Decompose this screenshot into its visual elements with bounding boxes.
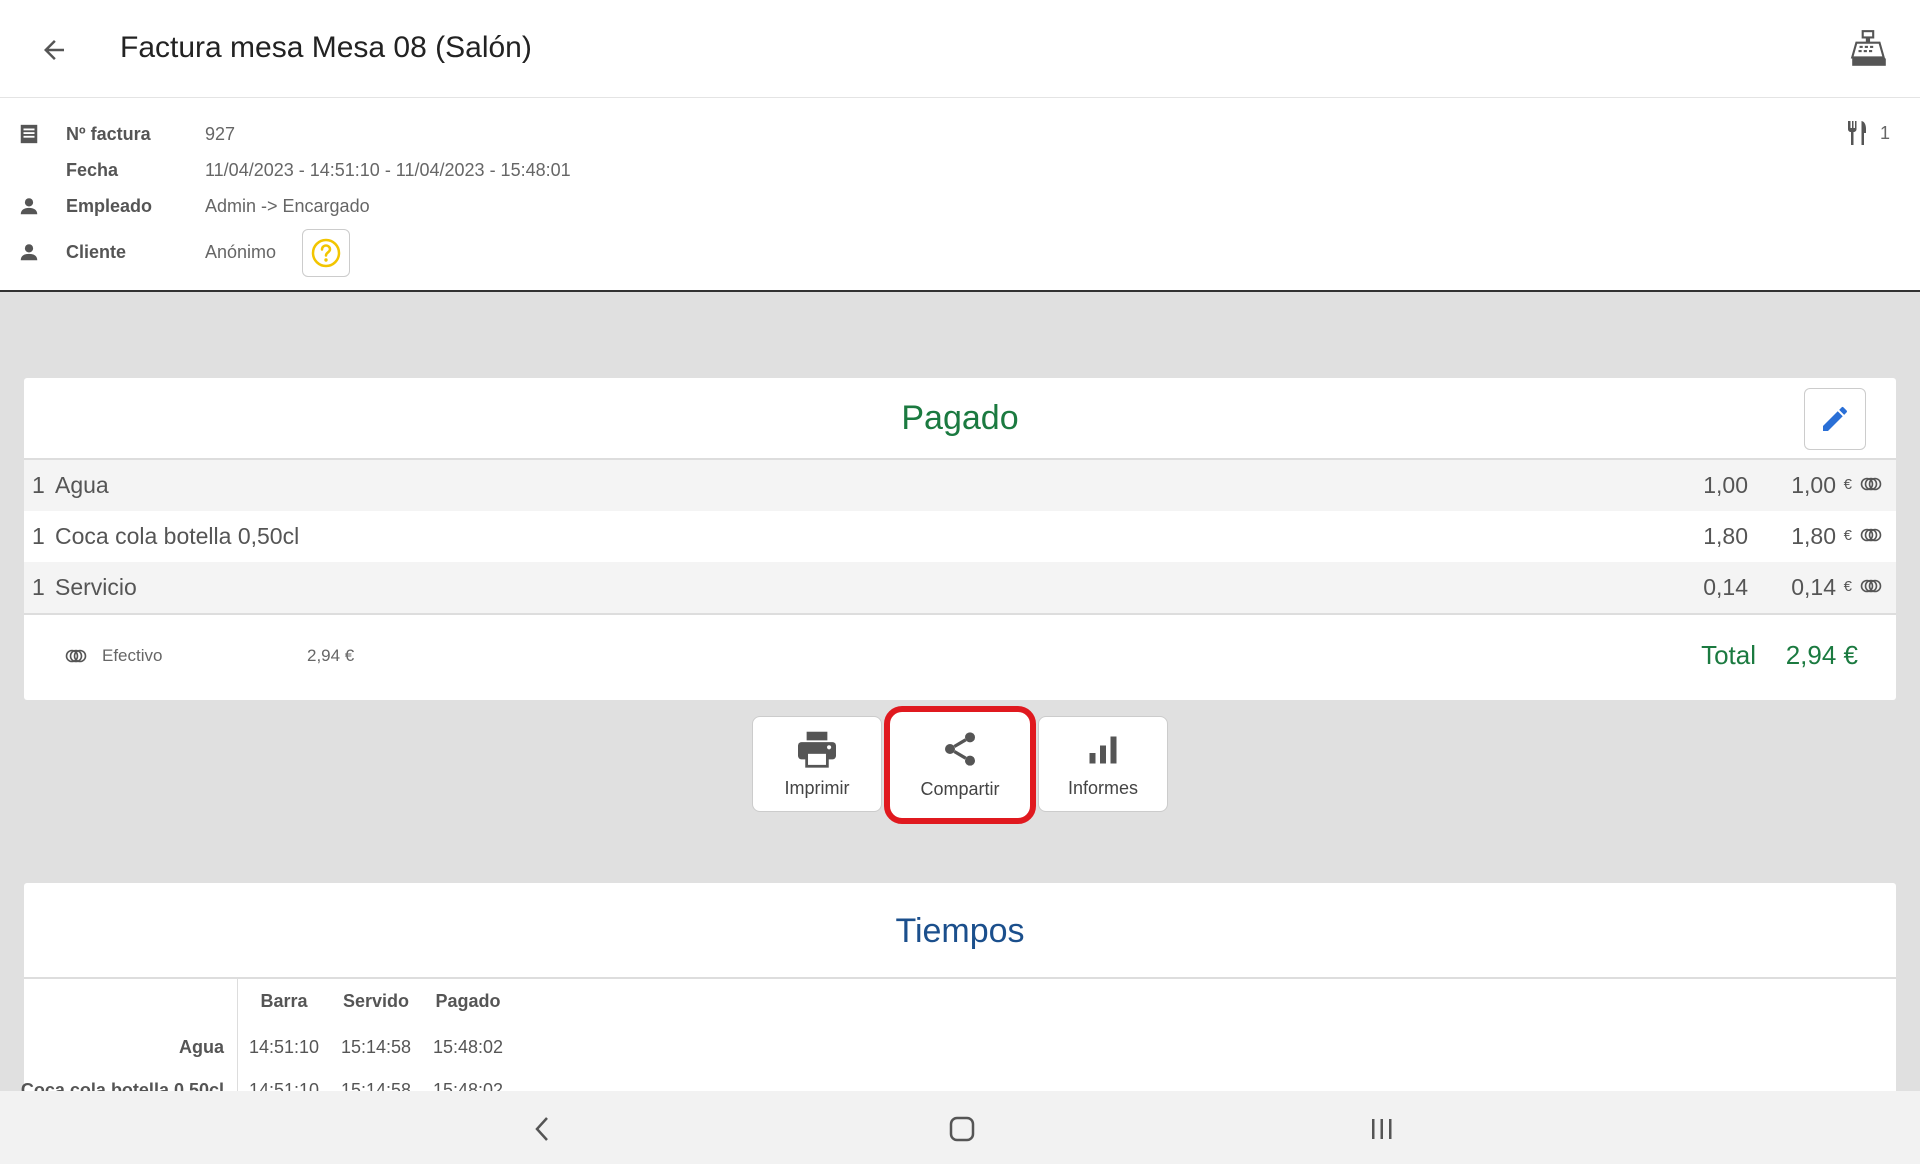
item-quantity: 1 xyxy=(32,574,45,600)
cash-register-icon xyxy=(1850,30,1886,66)
item-currency: € xyxy=(1843,578,1852,595)
arrow-left-icon xyxy=(44,40,64,60)
page-title: Factura mesa Mesa 08 (Salón) xyxy=(120,31,532,64)
item-quantity: 1 xyxy=(32,523,45,549)
cash-coins-icon xyxy=(65,649,87,663)
paid-item-row[interactable]: 1 Coca cola botella 0,50cl 1,80 1,80 € xyxy=(24,511,1896,562)
nav-home-button[interactable] xyxy=(942,1109,982,1149)
column-header: Pagado xyxy=(435,991,501,1011)
back-button[interactable] xyxy=(30,26,78,74)
covers-indicator: 1 xyxy=(1846,120,1890,146)
employee-label: Empleado xyxy=(66,195,153,216)
cash-coins-icon xyxy=(1860,477,1882,491)
client-help-button[interactable] xyxy=(302,229,350,277)
paid-card: Pagado 1 Agua 1,00 1,00 € 1 Coca cola bo… xyxy=(24,378,1896,700)
recents-icon xyxy=(1372,1119,1392,1139)
question-icon xyxy=(311,238,341,268)
payment-method: Efectivo 2,94 € xyxy=(64,646,354,666)
paid-item-row[interactable]: 1 Agua 1,00 1,00 € xyxy=(24,460,1896,511)
times-row-label: Agua xyxy=(179,1037,224,1057)
receipt-icon xyxy=(17,122,41,146)
paid-title: Pagado xyxy=(901,399,1019,437)
person-icon xyxy=(17,194,41,218)
total-value: 2,94 € xyxy=(1785,640,1858,670)
pencil-icon xyxy=(1823,406,1847,431)
reports-button[interactable]: Informes xyxy=(1038,716,1168,812)
item-total: 1,00 xyxy=(1791,472,1836,498)
item-name: Servicio xyxy=(55,574,137,600)
share-label: Compartir xyxy=(920,779,1000,799)
divider xyxy=(24,613,1896,615)
total-label: Total xyxy=(1701,640,1756,670)
payment-method-amount: 2,94 € xyxy=(307,646,355,665)
column-header: Servido xyxy=(342,991,410,1011)
times-title: Tiempos xyxy=(895,912,1025,950)
item-currency: € xyxy=(1843,527,1852,544)
item-name: Coca cola botella 0,50cl xyxy=(55,523,300,549)
printer-icon xyxy=(798,731,836,768)
divider xyxy=(24,977,1896,979)
covers-count: 1 xyxy=(1879,122,1890,143)
print-button[interactable]: Imprimir xyxy=(752,716,882,812)
client-value: Anónimo xyxy=(205,241,277,262)
invoice-info-panel: Nº factura 927 Fecha 11/04/2023 - 14:51:… xyxy=(0,98,1920,292)
nav-recents-button[interactable] xyxy=(1362,1109,1402,1149)
cash-register-button[interactable] xyxy=(1844,24,1894,74)
edit-button[interactable] xyxy=(1804,388,1866,450)
item-price: 1,80 xyxy=(1703,523,1748,549)
item-total: 0,14 xyxy=(1791,574,1836,600)
invoice-number-label: Nº factura xyxy=(66,123,151,144)
cutlery-icon xyxy=(1847,121,1866,145)
cash-coins-icon xyxy=(1860,579,1882,593)
item-price: 1,00 xyxy=(1703,472,1748,498)
client-label: Cliente xyxy=(66,241,127,262)
employee-value: Admin -> Encargado xyxy=(205,195,370,216)
share-button[interactable]: Compartir xyxy=(884,706,1036,824)
paid-item-row[interactable]: 1 Servicio 0,14 0,14 € xyxy=(24,562,1896,613)
reports-label: Informes xyxy=(1067,778,1139,798)
person-icon xyxy=(17,240,41,264)
invoice-date-label: Fecha xyxy=(66,159,119,180)
item-total: 1,80 xyxy=(1791,523,1836,549)
system-navigation-bar xyxy=(0,1091,1920,1164)
cash-coins-icon xyxy=(1860,528,1882,542)
times-cell: 15:14:58 xyxy=(340,1037,412,1057)
times-cell: 14:51:10 xyxy=(248,1037,320,1057)
print-label: Imprimir xyxy=(784,778,850,798)
column-header: Barra xyxy=(260,991,308,1011)
item-price: 0,14 xyxy=(1703,574,1748,600)
nav-back-button[interactable] xyxy=(522,1109,562,1149)
item-currency: € xyxy=(1843,476,1852,493)
invoice-number-value: 927 xyxy=(205,123,236,144)
home-square-icon xyxy=(949,1116,975,1142)
item-name: Agua xyxy=(55,472,109,498)
invoice-date-value: 11/04/2023 - 14:51:10 - 11/04/2023 - 15:… xyxy=(205,159,571,180)
share-icon xyxy=(945,732,975,766)
item-quantity: 1 xyxy=(32,472,45,498)
app-bar: Factura mesa Mesa 08 (Salón) xyxy=(0,0,1920,98)
chevron-left-icon xyxy=(535,1117,548,1141)
payment-method-label: Efectivo xyxy=(102,646,163,665)
times-cell: 15:48:02 xyxy=(432,1037,504,1057)
bar-chart-icon xyxy=(1089,736,1117,764)
